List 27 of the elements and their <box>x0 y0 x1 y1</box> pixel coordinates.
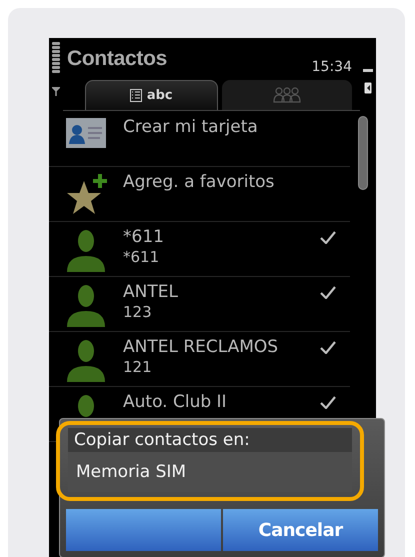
person-icon <box>65 228 107 272</box>
person-icon <box>65 338 107 382</box>
battery-icon <box>364 82 372 94</box>
business-card-icon <box>66 118 106 148</box>
phone-number: 123 <box>123 303 153 322</box>
softkey-button[interactable] <box>66 509 221 551</box>
phone-number: *611 <box>123 248 160 267</box>
contact-name[interactable]: Auto. Club II <box>123 391 320 413</box>
contact-name[interactable]: *611 <box>123 226 320 248</box>
action-label[interactable]: Crear mi tarjeta <box>123 116 320 138</box>
person-icon <box>65 283 107 327</box>
signal-bars-icon <box>52 42 60 73</box>
clock-time: 15:34 <box>312 58 353 75</box>
contact-name[interactable]: ANTEL RECLAMOS <box>123 336 320 358</box>
cancel-button[interactable]: Cancelar <box>223 509 378 551</box>
dash-icon <box>363 69 373 72</box>
scrollbar-thumb[interactable] <box>358 116 368 190</box>
dialog-heading: Copiar contactos en: <box>68 428 352 452</box>
action-label[interactable]: Agreg. a favoritos <box>123 171 320 193</box>
group-icon <box>272 87 301 103</box>
antenna-icon <box>52 87 60 96</box>
list-icon <box>130 89 142 102</box>
tab[interactable]: abc <box>85 80 218 110</box>
phone-number: 121 <box>123 358 153 377</box>
tab[interactable] <box>222 80 352 110</box>
contact-name[interactable]: ANTEL <box>123 281 320 303</box>
app-title: Contactos <box>66 46 167 71</box>
